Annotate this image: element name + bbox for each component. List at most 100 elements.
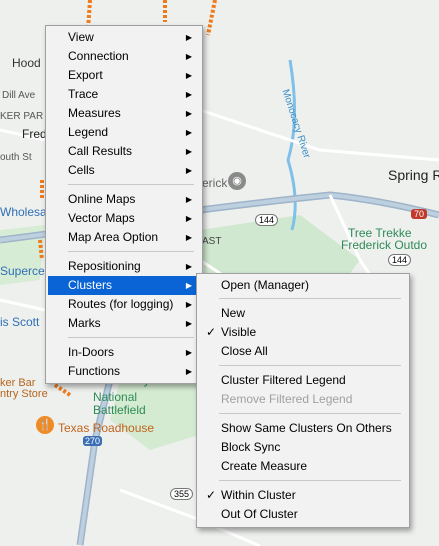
menu-separator bbox=[219, 298, 401, 299]
submenu-item-out-of-cluster[interactable]: Out Of Cluster bbox=[199, 505, 407, 524]
submenu-arrow-icon: ▶ bbox=[185, 300, 192, 309]
submenu-arrow-icon: ▶ bbox=[185, 348, 192, 357]
menu-item-label: Map Area Option bbox=[68, 230, 159, 244]
submenu-arrow-icon: ▶ bbox=[185, 281, 192, 290]
submenu-arrow-icon: ▶ bbox=[185, 166, 192, 175]
menu-item-label: In-Doors bbox=[68, 345, 115, 359]
clusters-submenu: Open (Manager) New ✓ Visible Close All Cl… bbox=[196, 273, 410, 528]
route-144-shield-icon: 144 bbox=[255, 214, 279, 226]
menu-item-cells[interactable]: Cells ▶ bbox=[48, 161, 200, 180]
map-label-south-st: outh St bbox=[0, 152, 32, 163]
map-label-fred: Fred bbox=[22, 127, 47, 141]
menu-item-label: Call Results bbox=[68, 144, 133, 158]
submenu-item-create-measure[interactable]: Create Measure bbox=[199, 457, 407, 476]
landmark-pin-icon: ◉ bbox=[228, 172, 246, 190]
map-label-superce: Superce bbox=[0, 264, 45, 278]
submenu-arrow-icon: ▶ bbox=[185, 147, 192, 156]
menu-item-label: Repositioning bbox=[68, 259, 141, 273]
menu-item-label: View bbox=[68, 30, 94, 44]
interstate-70-shield-icon: 70 bbox=[411, 209, 428, 219]
map-label-ast: AST bbox=[202, 236, 222, 247]
submenu-item-open-manager[interactable]: Open (Manager) bbox=[199, 276, 407, 295]
menu-separator bbox=[68, 337, 194, 338]
submenu-arrow-icon: ▶ bbox=[185, 214, 192, 223]
menu-item-label: Legend bbox=[68, 125, 109, 139]
menu-item-functions[interactable]: Functions ▶ bbox=[48, 362, 200, 381]
submenu-item-new[interactable]: New bbox=[199, 304, 407, 323]
menu-item-routes-for-logging[interactable]: Routes (for logging) ▶ bbox=[48, 295, 200, 314]
checkmark-icon: ✓ bbox=[206, 325, 217, 339]
map-label-battlefield: Battlefield bbox=[93, 403, 146, 417]
menu-item-trace[interactable]: Trace ▶ bbox=[48, 85, 200, 104]
menu-item-call-results[interactable]: Call Results ▶ bbox=[48, 142, 200, 161]
submenu-arrow-icon: ▶ bbox=[185, 52, 192, 61]
menu-item-label: Trace bbox=[68, 87, 99, 101]
submenu-item-label: Within Cluster bbox=[221, 488, 296, 502]
submenu-item-show-same-clusters[interactable]: Show Same Clusters On Others bbox=[199, 419, 407, 438]
map-label-spring: Spring R bbox=[388, 167, 439, 183]
menu-separator bbox=[68, 251, 194, 252]
submenu-item-label: Out Of Cluster bbox=[221, 507, 298, 521]
menu-item-label: Measures bbox=[68, 106, 121, 120]
submenu-item-label: Visible bbox=[221, 325, 257, 339]
menu-item-repositioning[interactable]: Repositioning ▶ bbox=[48, 257, 200, 276]
menu-item-clusters[interactable]: Clusters ▶ bbox=[48, 276, 200, 295]
map-label-national: National bbox=[93, 390, 138, 404]
submenu-item-label: Cluster Filtered Legend bbox=[221, 373, 346, 387]
menu-item-connection[interactable]: Connection ▶ bbox=[48, 47, 200, 66]
menu-separator bbox=[68, 184, 194, 185]
restaurant-pin-icon: 🍴 bbox=[36, 416, 54, 434]
submenu-arrow-icon: ▶ bbox=[185, 233, 192, 242]
map-label-ntry-store: ntry Store bbox=[0, 388, 48, 400]
map-label-hood: Hood bbox=[12, 56, 41, 70]
menu-item-map-area-option[interactable]: Map Area Option ▶ bbox=[48, 228, 200, 247]
checkmark-icon: ✓ bbox=[206, 488, 217, 502]
submenu-arrow-icon: ▶ bbox=[185, 33, 192, 42]
submenu-item-block-sync[interactable]: Block Sync bbox=[199, 438, 407, 457]
submenu-arrow-icon: ▶ bbox=[185, 109, 192, 118]
submenu-item-remove-filtered-legend: Remove Filtered Legend bbox=[199, 390, 407, 409]
map-label-erick: erick bbox=[202, 176, 228, 190]
menu-item-label: Routes (for logging) bbox=[68, 297, 174, 311]
menu-item-vector-maps[interactable]: Vector Maps ▶ bbox=[48, 209, 200, 228]
map-label-ker-park: KER PAR bbox=[0, 111, 44, 122]
submenu-item-visible[interactable]: ✓ Visible bbox=[199, 323, 407, 342]
map-label-is-scott: is Scott bbox=[0, 315, 40, 329]
submenu-arrow-icon: ▶ bbox=[185, 367, 192, 376]
menu-item-in-doors[interactable]: In-Doors ▶ bbox=[48, 343, 200, 362]
submenu-item-cluster-filtered-legend[interactable]: Cluster Filtered Legend bbox=[199, 371, 407, 390]
menu-item-label: Marks bbox=[68, 316, 101, 330]
submenu-item-label: Create Measure bbox=[221, 459, 308, 473]
submenu-item-label: Block Sync bbox=[221, 440, 281, 454]
submenu-arrow-icon: ▶ bbox=[185, 71, 192, 80]
submenu-arrow-icon: ▶ bbox=[185, 90, 192, 99]
menu-item-export[interactable]: Export ▶ bbox=[48, 66, 200, 85]
menu-item-marks[interactable]: Marks ▶ bbox=[48, 314, 200, 333]
menu-item-label: Functions bbox=[68, 364, 121, 378]
menu-item-online-maps[interactable]: Online Maps ▶ bbox=[48, 190, 200, 209]
context-menu: View ▶ Connection ▶ Export ▶ Trace ▶ Measure… bbox=[45, 25, 203, 384]
interstate-270-shield-icon: 270 bbox=[83, 436, 103, 446]
menu-item-label: Online Maps bbox=[68, 192, 136, 206]
submenu-arrow-icon: ▶ bbox=[185, 262, 192, 271]
menu-separator bbox=[219, 365, 401, 366]
submenu-arrow-icon: ▶ bbox=[185, 128, 192, 137]
menu-item-label: Cells bbox=[68, 163, 95, 177]
menu-item-label: Clusters bbox=[68, 278, 113, 292]
map-label-texas-roadhouse: Texas Roadhouse bbox=[58, 421, 155, 435]
submenu-item-label: Open (Manager) bbox=[221, 278, 310, 292]
route-355-shield-icon: 355 bbox=[170, 488, 194, 500]
menu-separator bbox=[219, 480, 401, 481]
submenu-item-label: Close All bbox=[221, 344, 268, 358]
route-144-shield-icon-2: 144 bbox=[388, 254, 412, 266]
menu-item-label: Vector Maps bbox=[68, 211, 135, 225]
submenu-arrow-icon: ▶ bbox=[185, 195, 192, 204]
menu-item-view[interactable]: View ▶ bbox=[48, 28, 200, 47]
submenu-item-within-cluster[interactable]: ✓ Within Cluster bbox=[199, 486, 407, 505]
submenu-item-label: New bbox=[221, 306, 246, 320]
menu-item-measures[interactable]: Measures ▶ bbox=[48, 104, 200, 123]
submenu-item-close-all[interactable]: Close All bbox=[199, 342, 407, 361]
map-label-wholesale: Wholesal bbox=[0, 205, 50, 219]
menu-item-label: Connection bbox=[68, 49, 129, 63]
menu-item-legend[interactable]: Legend ▶ bbox=[48, 123, 200, 142]
